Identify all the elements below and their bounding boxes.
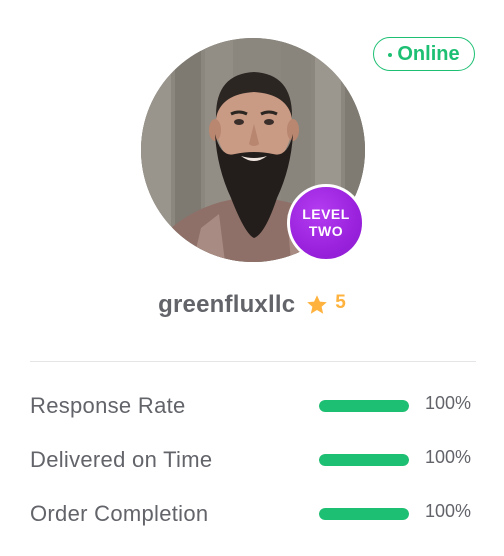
stat-label: Response Rate xyxy=(30,393,186,418)
level-badge-line-2: TWO xyxy=(308,223,344,239)
online-dot-icon xyxy=(388,53,393,57)
stat-value: 100% xyxy=(425,501,472,521)
divider xyxy=(30,361,476,362)
online-status-badge: Online xyxy=(373,37,475,71)
progress-bar xyxy=(319,508,409,520)
stat-label: Delivered on Time xyxy=(30,447,213,472)
seller-profile-card: Online LEVEL TWO greenfluxllc 5 Response… xyxy=(0,0,504,556)
progress-bar-fill xyxy=(319,508,409,520)
stat-label: Order Completion xyxy=(30,501,209,526)
online-status-label: Online xyxy=(397,42,460,65)
level-badge: LEVEL TWO xyxy=(287,184,365,262)
rating-value: 5 xyxy=(335,292,346,313)
stat-row-delivered-on-time: Delivered on Time 100% xyxy=(30,444,476,476)
name-row: greenfluxllc 5 xyxy=(0,285,504,325)
progress-bar xyxy=(319,400,409,412)
stat-row-response-rate: Response Rate 100% xyxy=(30,390,476,422)
progress-bar-fill xyxy=(319,454,409,466)
username[interactable]: greenfluxllc xyxy=(158,291,295,319)
star-icon xyxy=(307,295,328,314)
progress-bar-fill xyxy=(319,400,409,412)
stat-value: 100% xyxy=(425,447,472,467)
stat-value: 100% xyxy=(425,393,472,413)
stat-row-order-completion: Order Completion 100% xyxy=(30,498,476,530)
progress-bar xyxy=(319,454,409,466)
level-badge-line-1: LEVEL xyxy=(302,206,350,222)
